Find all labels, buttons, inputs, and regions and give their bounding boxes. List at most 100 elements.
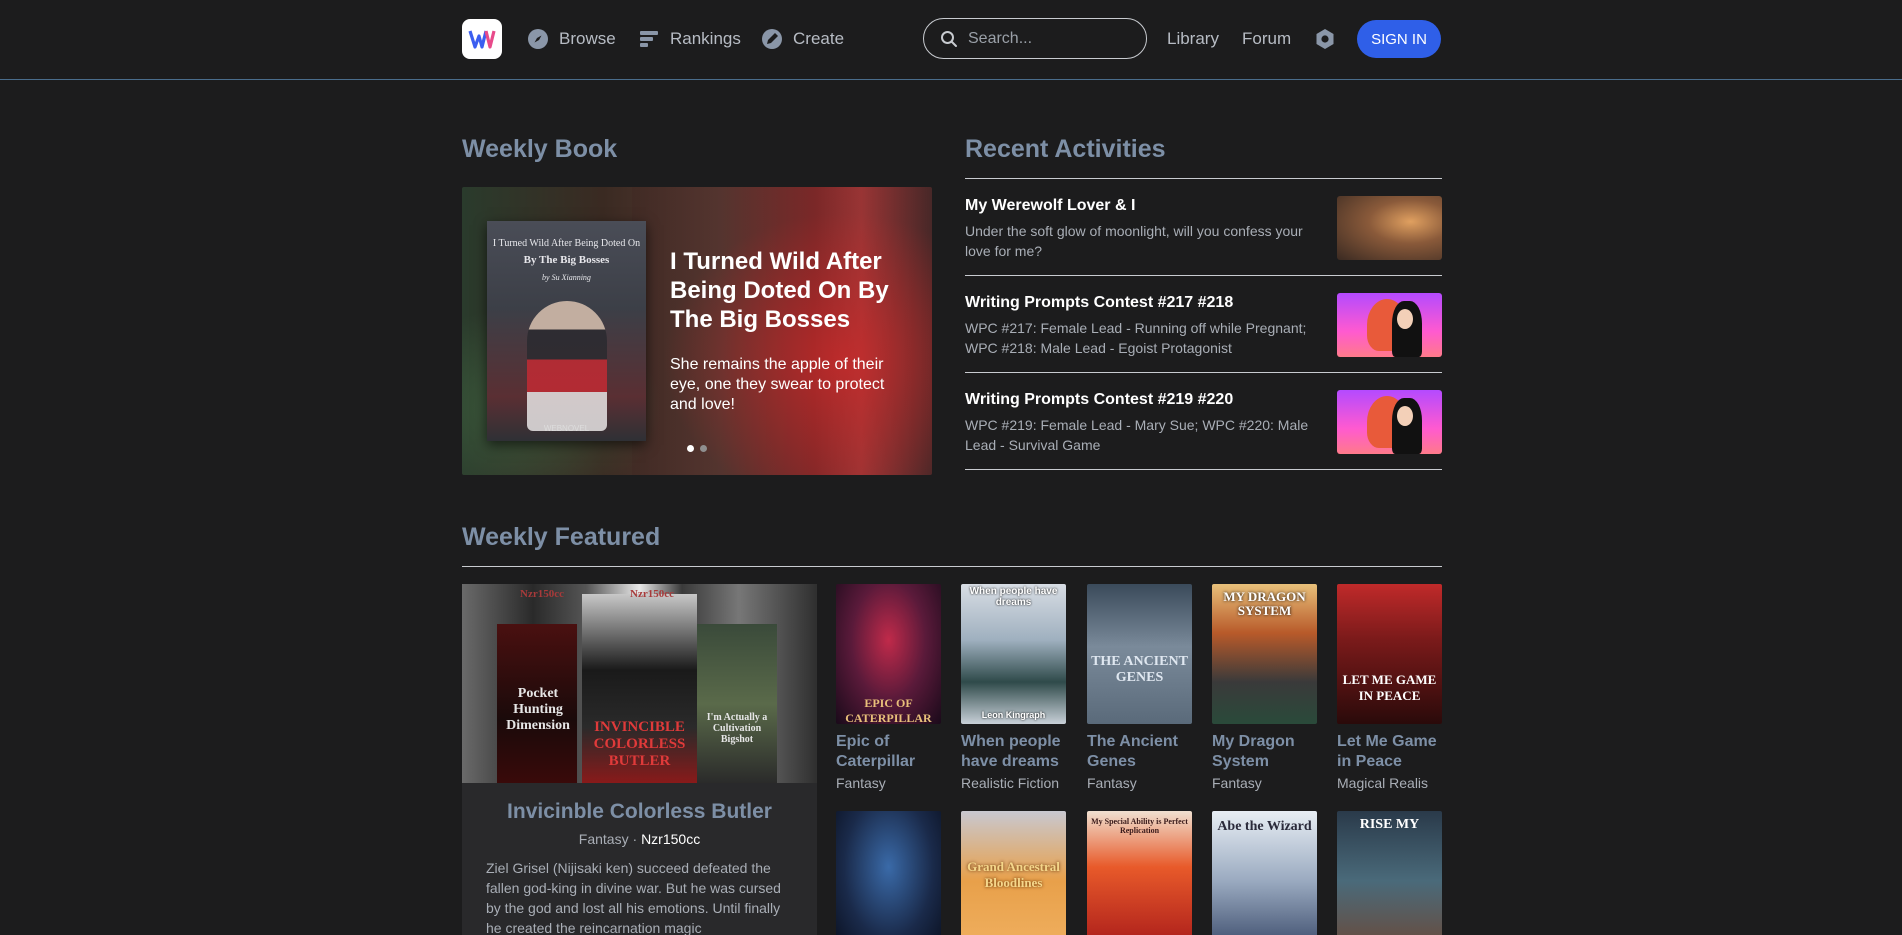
book-genre: Fantasy <box>836 775 886 791</box>
book-card[interactable]: EPIC OF CATERPILLAR Epic of Caterpillar … <box>836 584 941 791</box>
nav-rankings[interactable]: Rankings <box>638 26 741 52</box>
book-cover: My Special Ability is Perfect Replicatio… <box>1087 811 1192 935</box>
activity-item[interactable]: Writing Prompts Contest #219 #220 WPC #2… <box>965 373 1442 470</box>
book-card[interactable] <box>836 811 941 935</box>
featured-main-genre[interactable]: Fantasy <box>579 831 629 847</box>
book-cover: RISE MY <box>1337 811 1442 935</box>
cover-author-tag: Nzr150cc <box>520 588 564 600</box>
book-genre: Realistic Fiction <box>961 775 1060 791</box>
activity-title: Writing Prompts Contest #217 #218 <box>965 294 1234 311</box>
cover-title: I Turned Wild After Being Doted On <box>492 238 641 249</box>
book-title: Let Me Game in Peace <box>1337 733 1437 770</box>
search-box[interactable] <box>923 18 1147 59</box>
book-cover: THE ANCIENT GENES <box>1087 584 1192 724</box>
cover-text: Grand Ancestral Bloodlines <box>967 859 1060 890</box>
book-card[interactable]: RISE MY <box>1337 811 1442 935</box>
settings-gear-icon[interactable] <box>1314 28 1336 50</box>
cover-text: I Turned Wild After Being Doted On By Th… <box>487 235 646 286</box>
book-card[interactable]: Grand Ancestral Bloodlines <box>961 811 1066 935</box>
weekly-book-carousel[interactable]: I Turned Wild After Being Doted On By Th… <box>462 187 932 475</box>
weekly-book-title[interactable]: I Turned Wild After Being Doted On By Th… <box>670 247 900 334</box>
compass-icon <box>528 29 548 49</box>
nav-create-label: Create <box>793 29 845 48</box>
book-card[interactable]: My Special Ability is Perfect Replicatio… <box>1087 811 1192 935</box>
book-card[interactable]: Abe the Wizard <box>1212 811 1317 935</box>
book-card[interactable]: LET ME GAME IN PEACE Let Me Game in Peac… <box>1337 584 1442 791</box>
featured-main-title[interactable]: Invicinble Colorless Butler <box>462 800 817 824</box>
carousel-dot-1[interactable] <box>687 445 694 452</box>
recent-activities-heading: Recent Activities <box>965 135 1166 163</box>
book-cover: When people have dreams Leon Kingraph <box>961 584 1066 724</box>
cover-right-title: I'm Actually a Cultivation Bigshot <box>706 712 768 745</box>
carousel-dots <box>687 445 707 452</box>
book-genre: Magical Realis <box>1337 775 1429 791</box>
cover-author: Leon Kingraph <box>981 710 1046 720</box>
featured-main-cover[interactable]: Nzr150cc Nzr150cc Pocket Hunting Dimensi… <box>462 584 817 783</box>
book-cover: MY DRAGON SYSTEM <box>1212 584 1317 724</box>
activity-thumbnail <box>1337 293 1442 357</box>
recent-activities-list: My Werewolf Lover & I Under the soft glo… <box>965 178 1442 470</box>
top-navbar: Browse Rankings Create Library Forum SIG… <box>0 0 1902 80</box>
nav-browse-label: Browse <box>559 29 616 48</box>
activity-title: Writing Prompts Contest #219 #220 <box>965 391 1234 408</box>
book-cover: LET ME GAME IN PEACE <box>1337 584 1442 724</box>
activity-desc: WPC #219: Female Lead - Mary Sue; WPC #2… <box>965 417 1309 453</box>
cover-author-tag: Nzr150cc <box>630 588 674 600</box>
nav-library[interactable]: Library <box>1167 26 1219 52</box>
book-title: When people have dreams <box>961 733 1061 770</box>
cover-text: My Special Ability is Perfect Replicatio… <box>1091 817 1188 835</box>
activity-item[interactable]: My Werewolf Lover & I Under the soft glo… <box>965 179 1442 276</box>
book-cover: Abe the Wizard <box>1212 811 1317 935</box>
activity-desc: WPC #217: Female Lead - Running off whil… <box>965 320 1307 356</box>
webnovel-logo[interactable] <box>462 19 502 59</box>
divider <box>462 566 1442 567</box>
pen-icon <box>762 29 782 49</box>
featured-main-description: Ziel Grisel (Nijisaki ken) succeed defea… <box>486 860 781 935</box>
book-title: The Ancient Genes <box>1087 733 1178 770</box>
nav-create[interactable]: Create <box>761 26 844 52</box>
sign-in-button[interactable]: SIGN IN <box>1357 20 1441 58</box>
cover-center-title: INVINCIBLE COLORLESS BUTLER <box>593 719 686 769</box>
book-cover <box>836 811 941 935</box>
cover-text: MY DRAGON SYSTEM <box>1223 589 1306 618</box>
book-title: My Dragon System <box>1212 733 1295 770</box>
activity-thumbnail <box>1337 390 1442 454</box>
book-genre: Fantasy <box>1212 775 1262 791</box>
book-card[interactable]: MY DRAGON SYSTEM My Dragon System Fantas… <box>1212 584 1317 791</box>
search-input[interactable] <box>968 29 1128 48</box>
book-card[interactable]: When people have dreams Leon Kingraph Wh… <box>961 584 1066 791</box>
activity-desc: Under the soft glow of moonlight, will y… <box>965 223 1303 259</box>
nav-forum-label: Forum <box>1242 29 1292 48</box>
cover-text: THE ANCIENT GENES <box>1091 654 1188 685</box>
rankings-icon <box>640 31 658 47</box>
logo-icon <box>468 30 496 49</box>
carousel-dot-2[interactable] <box>700 445 707 452</box>
activity-item[interactable]: Writing Prompts Contest #217 #218 WPC #2… <box>965 276 1442 373</box>
cover-watermark: WEBNOVEL <box>543 424 590 433</box>
weekly-book-heading: Weekly Book <box>462 135 618 163</box>
nav-library-label: Library <box>1167 29 1219 48</box>
cover-text: RISE MY <box>1359 817 1420 832</box>
cover-text: LET ME GAME IN PEACE <box>1342 672 1437 703</box>
cover-author: by Su Xianning <box>542 273 591 282</box>
nav-forum[interactable]: Forum <box>1242 26 1291 52</box>
activity-title: My Werewolf Lover & I <box>965 197 1136 214</box>
cover-left-title: Pocket Hunting Dimension <box>506 686 570 733</box>
cover-text: Abe the Wizard <box>1217 819 1312 834</box>
featured-main-author[interactable]: Nzr150cc <box>641 831 700 847</box>
weekly-featured-heading: Weekly Featured <box>462 523 661 551</box>
featured-main-card[interactable]: Nzr150cc Nzr150cc Pocket Hunting Dimensi… <box>462 584 817 935</box>
featured-main-meta: Fantasy · Nzr150cc <box>462 831 817 847</box>
cover-subtitle: By The Big Bosses <box>523 254 610 266</box>
nav-browse[interactable]: Browse <box>527 26 616 52</box>
cover-book-right <box>697 624 777 783</box>
book-title: Epic of Caterpillar <box>836 733 916 770</box>
meta-separator: · <box>632 831 638 847</box>
book-genre: Fantasy <box>1087 775 1137 791</box>
nav-rankings-label: Rankings <box>670 29 741 48</box>
weekly-book-cover[interactable]: I Turned Wild After Being Doted On By Th… <box>487 221 646 441</box>
cover-character-art <box>527 301 607 431</box>
book-card[interactable]: THE ANCIENT GENES The Ancient Genes Fant… <box>1087 584 1192 791</box>
activity-thumbnail <box>1337 196 1442 260</box>
book-cover: EPIC OF CATERPILLAR <box>836 584 941 724</box>
